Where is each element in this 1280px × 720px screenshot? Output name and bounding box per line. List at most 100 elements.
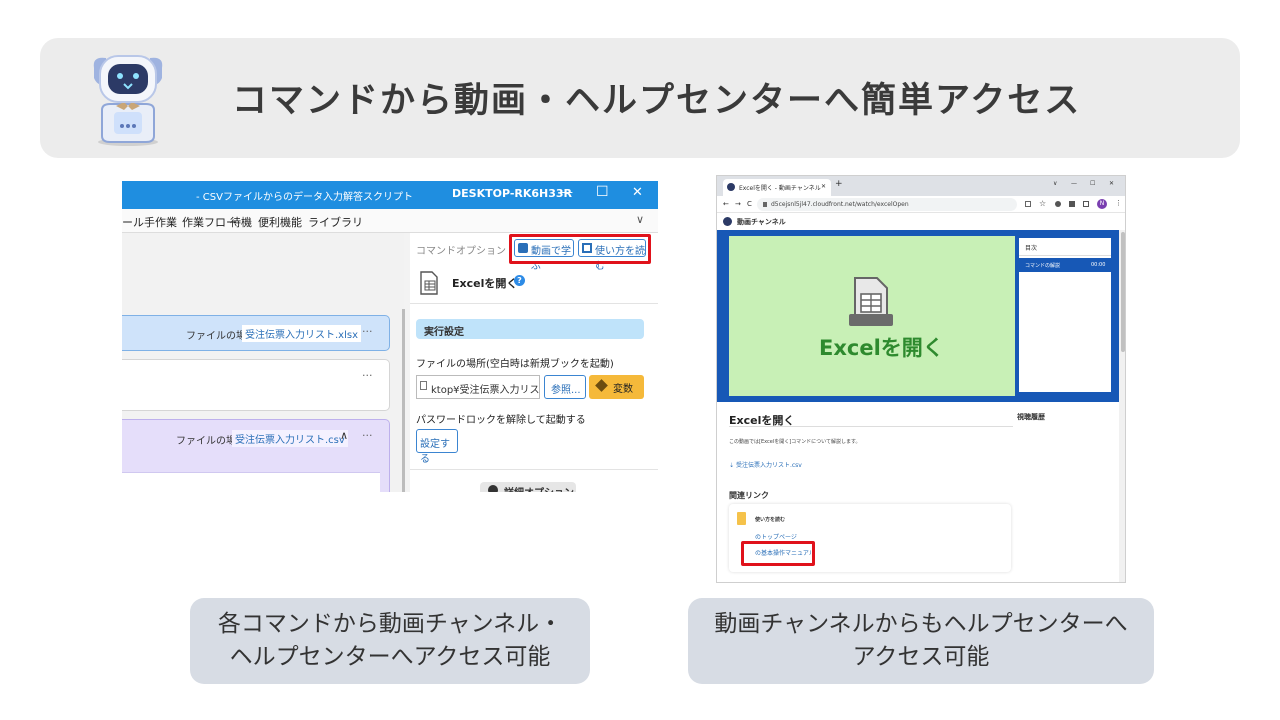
browser-tab[interactable]: Excelを開く - 動画チャンネル ✕ <box>723 179 831 196</box>
option-panel-label: コマンドオプション <box>416 246 506 257</box>
left-caption-line2: ヘルプセンターへアクセス可能 <box>229 644 551 670</box>
maximize-button[interactable]: ☐ <box>1090 180 1095 187</box>
left-caption-line1: 各コマンドから動画チャンネル・ <box>217 611 563 637</box>
menu-bar: ール 手作業 作業フロー 待機 便利機能 ライブラリ ∨ <box>122 209 658 233</box>
reload-icon[interactable]: C <box>747 200 752 208</box>
more-icon[interactable]: ··· <box>362 325 373 338</box>
lock-icon <box>763 202 767 207</box>
settings-label: 設定する <box>420 439 450 465</box>
history-title: 視聴履歴 <box>1017 413 1045 421</box>
related-card-title: 使い方を読む <box>755 517 786 523</box>
forward-icon[interactable]: → <box>735 200 741 208</box>
video-player[interactable]: Excelを開く <box>729 236 1015 396</box>
toc-item[interactable]: コマンドの解説 00:00 <box>1019 258 1111 272</box>
kebab-menu-icon[interactable]: ⋮ <box>1115 199 1122 207</box>
title-bar: - CSVファイルからのデータ入力解答スクリプト DESKTOP-RK6H33R… <box>122 181 658 209</box>
nested-card <box>122 472 380 492</box>
menu-item-library[interactable]: ライブラリ <box>308 214 363 230</box>
divider <box>410 469 658 470</box>
exec-settings-label: 実行設定 <box>424 327 464 338</box>
site-name[interactable]: 動画チャンネル <box>737 217 786 227</box>
expand-icon <box>488 485 498 492</box>
variable-button[interactable]: 変数 <box>589 375 644 399</box>
toc-header: 目次 <box>1019 238 1111 256</box>
command-card[interactable]: ··· <box>122 359 390 411</box>
card-file-value: 受注伝票入力リスト.csv <box>232 430 348 447</box>
site-favicon-icon <box>727 183 735 191</box>
video-caption: Excelを開く <box>819 336 944 360</box>
tab-list-icon[interactable]: ∨ <box>1053 180 1057 187</box>
sidebar-icon[interactable] <box>1083 201 1089 207</box>
menu-item-workflow[interactable]: 作業フロー <box>182 214 237 230</box>
toc-panel: 目次 コマンドの解説 00:00 <box>1019 238 1111 392</box>
window-title: - CSVファイルからのデータ入力解答スクリプト <box>196 192 413 203</box>
command-option-panel: コマンドオプション 動画で学ぶ 使い方を読む Excelを開く ? 実行設定 フ… <box>410 233 658 492</box>
url-text: d5cejsnl5jl47.cloudfront.net/watch/excel… <box>771 201 909 208</box>
file-icon <box>420 381 427 390</box>
site-header: 動画チャンネル <box>717 213 1125 230</box>
browser-screenshot: Excelを開く - 動画チャンネル ✕ + ∨ — ☐ ✕ ← → C d5c… <box>716 175 1126 583</box>
command-card-csv[interactable]: ファイルの場所 受注伝票入力リスト.csv ∧ ··· <box>122 419 390 492</box>
menu-item-manual[interactable]: 手作業 <box>144 214 177 230</box>
menu-item-tool[interactable]: ール <box>122 214 144 230</box>
avatar[interactable]: N <box>1097 199 1107 209</box>
divider <box>729 426 1013 427</box>
help-icon[interactable]: ? <box>514 275 525 286</box>
file-location-input[interactable]: ktop¥受注伝票入力リス <box>416 375 540 399</box>
tab-close-icon[interactable]: ✕ <box>821 183 826 190</box>
collapse-icon[interactable]: ∧ <box>340 429 348 442</box>
command-name: Excelを開く <box>452 277 518 290</box>
close-button[interactable]: ✕ <box>1109 180 1114 187</box>
detail-options-toggle[interactable]: 詳細オプション <box>480 482 576 492</box>
minimize-button[interactable]: — <box>1071 180 1077 187</box>
menu-item-utility[interactable]: 便利機能 <box>258 214 302 230</box>
robot-mascot-icon <box>93 55 163 146</box>
cube-icon <box>595 379 608 392</box>
highlight-box <box>741 541 815 566</box>
back-icon[interactable]: ← <box>723 200 729 208</box>
more-icon[interactable]: ··· <box>362 369 373 382</box>
workflow-area: ファイルの場所 受注伝票入力リスト.xlsx ··· ··· ファイルの場所 受… <box>122 233 404 492</box>
toc-item-label: コマンドの解説 <box>1025 263 1061 269</box>
menu-item-wait[interactable]: 待機 <box>230 214 252 230</box>
detail-options-label: 詳細オプション <box>504 484 574 492</box>
password-unlock-label: パスワードロックを解除して起動する <box>416 415 586 426</box>
page-title: コマンドから動画・ヘルプセンターへ簡単アクセス <box>232 81 1082 121</box>
chevron-down-icon[interactable]: ∨ <box>636 213 644 226</box>
file-location-value: ktop¥受注伝票入力リス <box>431 385 540 396</box>
star-icon[interactable]: ☆ <box>1039 199 1046 208</box>
scrollbar[interactable] <box>1119 230 1125 582</box>
video-description: この動画では[Excelを開く]コマンドについて解説します。 <box>729 439 861 445</box>
maximize-button[interactable]: ☐ <box>596 184 609 200</box>
extension-icon[interactable] <box>1055 201 1061 207</box>
scrollbar[interactable] <box>402 309 405 492</box>
divider <box>410 303 658 304</box>
machine-name: DESKTOP-RK6H33R <box>452 187 573 200</box>
tab-bar: Excelを開く - 動画チャンネル ✕ + ∨ — ☐ ✕ <box>717 176 1125 196</box>
top-page-link[interactable]: のトップページ <box>755 532 797 541</box>
command-card-excel[interactable]: ファイルの場所 受注伝票入力リスト.xlsx ··· <box>122 315 390 351</box>
browse-button[interactable]: 参照... <box>544 375 586 399</box>
puzzle-icon[interactable] <box>1069 201 1075 207</box>
settings-button[interactable]: 設定する <box>416 429 458 465</box>
card-file-value: 受注伝票入力リスト.xlsx <box>242 325 362 342</box>
right-caption-line1: 動画チャンネルからもヘルプセンターへ <box>714 611 1128 637</box>
highlight-box <box>509 234 651 264</box>
right-caption-line2: アクセス可能 <box>852 644 990 670</box>
share-icon[interactable] <box>1025 201 1031 207</box>
more-icon[interactable]: ··· <box>362 429 373 442</box>
excel-file-icon <box>849 277 893 326</box>
tab-title: Excelを開く - 動画チャンネル <box>739 185 821 192</box>
new-tab-button[interactable]: + <box>835 179 843 189</box>
site-logo-icon <box>723 217 732 226</box>
exec-settings-header[interactable]: 実行設定 <box>416 319 644 339</box>
excel-file-icon <box>420 271 438 295</box>
right-caption: 動画チャンネルからもヘルプセンターへ アクセス可能 <box>688 598 1154 684</box>
app-screenshot: - CSVファイルからのデータ入力解答スクリプト DESKTOP-RK6H33R… <box>122 181 658 492</box>
minimize-button[interactable]: — <box>560 185 573 200</box>
download-link[interactable]: ⇣ 受注伝票入力リスト.csv <box>729 460 802 469</box>
url-field[interactable]: d5cejsnl5jl47.cloudfront.net/watch/excel… <box>757 198 1017 211</box>
related-links-title: 関連リンク <box>729 491 769 500</box>
left-caption: 各コマンドから動画チャンネル・ ヘルプセンターへアクセス可能 <box>190 598 590 684</box>
close-button[interactable]: ✕ <box>632 185 643 200</box>
